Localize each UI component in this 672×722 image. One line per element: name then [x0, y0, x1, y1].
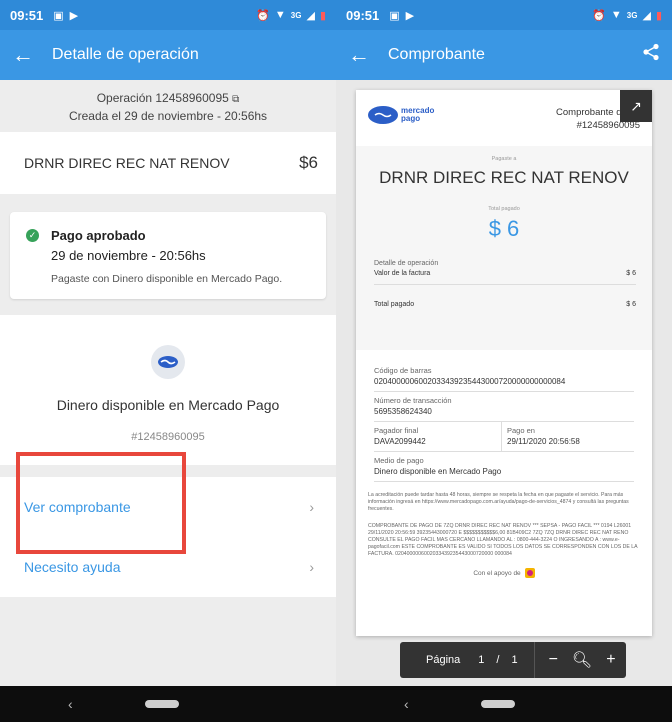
need-help-label: Necesito ayuda	[24, 559, 121, 575]
nav-home-pill[interactable]	[144, 700, 179, 708]
handshake-icon	[368, 106, 398, 124]
page-title: Detalle de operación	[52, 46, 199, 63]
mercadopago-logo: mercado pago	[368, 106, 434, 124]
receipt-page: ↗ mercado pago Comprobante de pa #124589…	[356, 90, 652, 636]
page-label: Página	[426, 654, 461, 666]
approved-title: Pago aprobado	[51, 228, 146, 243]
support-line: Con el apoyo de	[356, 568, 652, 578]
check-circle-icon: ✓	[26, 229, 39, 242]
payment-method-block: Dinero disponible en Mercado Pago #12458…	[0, 315, 336, 465]
share-icon[interactable]	[642, 43, 660, 67]
payer-value: DAVA2099442	[374, 437, 426, 446]
transaction-label: Número de transacción	[374, 396, 452, 405]
paid-to-label: Pagaste a	[491, 156, 517, 162]
page-total: 1	[511, 654, 518, 666]
approved-date: 29 de noviembre - 20:56hs	[51, 248, 206, 263]
operation-detail-section: Detalle de operación Valor de la factura…	[356, 250, 652, 350]
pagofacil-receipt-text: COMPROBANTE DE PAGO DE 7ZQ DRNR DIREC RE…	[368, 523, 638, 557]
document-viewer[interactable]: ↗ mercado pago Comprobante de pa #124589…	[336, 80, 672, 686]
back-arrow-icon[interactable]: ←	[12, 42, 42, 68]
need-help-link[interactable]: Necesito ayuda ›	[0, 537, 336, 597]
total-paid-label: Total pagado	[488, 206, 520, 212]
operation-created: Creada el 29 de noviembre - 20:56hs	[68, 109, 268, 123]
merchant-amount: $6	[299, 153, 318, 172]
transaction-value: 5695358624340	[374, 407, 432, 416]
nav-home-pill[interactable]	[480, 700, 515, 708]
system-nav-bar: ‹	[0, 686, 336, 722]
logo-word-2: pago	[401, 114, 421, 123]
alarm-icon: ⏰	[592, 9, 606, 22]
support-label: Con el apoyo de	[473, 569, 521, 577]
nav-back-icon[interactable]: ‹	[404, 696, 409, 712]
system-nav-bar: ‹	[336, 686, 672, 722]
nav-back-icon[interactable]: ‹	[68, 696, 73, 712]
invoice-label: Valor de la factura	[374, 270, 431, 277]
receipt-summary: Pagaste a DRNR DIREC REC NAT RENOV Total…	[356, 146, 652, 250]
page-title: Comprobante	[388, 46, 485, 63]
detail-heading: Detalle de operación	[374, 260, 439, 267]
receipt-screen: 09:51 ▣ ▶ ⏰ ▼ 3G ◢ ▮ ← Comprobante ↗ mer…	[336, 0, 672, 722]
alarm-icon: ⏰	[256, 9, 270, 22]
copy-icon[interactable]: ⧉	[232, 94, 239, 105]
barcode-label: Código de barras	[374, 366, 432, 375]
play-icon: ▶	[69, 9, 79, 22]
status-time: 09:51	[10, 7, 44, 23]
app-bar: ← Detalle de operación	[0, 30, 336, 80]
method-value: Dinero disponible en Mercado Pago	[374, 467, 502, 476]
total-paid-amount: $ 6	[488, 216, 520, 241]
operation-detail-screen: 09:51 ▣ ▶ ⏰ ▼ 3G ◢ ▮ ← Detalle de operac…	[0, 0, 336, 722]
status-bar: 09:51 ▣ ▶ ⏰ ▼ 3G ◢ ▮	[0, 0, 336, 30]
operation-header: Operación 12458960095 ⧉ Creada el 29 de …	[0, 80, 336, 132]
page-toolbar: Página 1 / 1 − 🔍︎ +	[400, 642, 626, 678]
status-time: 09:51	[346, 7, 380, 23]
view-receipt-link[interactable]: Ver comprobante ›	[0, 477, 336, 537]
page-separator: /	[496, 654, 500, 666]
total-row-value: $ 6	[626, 301, 636, 308]
status-bar: 09:51 ▣ ▶ ⏰ ▼ 3G ◢ ▮	[336, 0, 672, 30]
view-receipt-label: Ver comprobante	[24, 499, 131, 515]
zoom-icon[interactable]: 🔍︎	[572, 650, 592, 670]
pagofacil-logo-icon	[524, 568, 535, 578]
signal-icon: ◢	[642, 9, 651, 22]
chevron-right-icon: ›	[309, 559, 314, 575]
wifi-icon: ▼	[610, 9, 622, 21]
receipt-merchant: DRNR DIREC REC NAT RENOV	[379, 168, 629, 187]
merchant-row: DRNR DIREC REC NAT RENOV $6	[0, 132, 336, 194]
paid-on-label: Pago en	[507, 426, 535, 435]
signal-icon: ◢	[306, 9, 315, 22]
method-label: Medio de pago	[374, 456, 424, 465]
screenshot-icon: ▣	[389, 9, 400, 22]
zoom-out-icon[interactable]: −	[549, 651, 558, 669]
operation-number: Operación 12458960095	[96, 91, 229, 105]
zoom-in-icon[interactable]: +	[606, 651, 615, 669]
screenshot-icon: ▣	[53, 9, 64, 22]
payment-method-name: Dinero disponible en Mercado Pago	[56, 397, 280, 413]
paid-on-value: 29/11/2020 20:56:58	[507, 437, 580, 446]
chevron-right-icon: ›	[309, 499, 314, 515]
open-external-icon[interactable]: ↗	[620, 90, 652, 122]
barcode-value: 0204000006002033439235443000720000000000…	[374, 377, 566, 386]
page-current[interactable]: 1	[478, 654, 484, 666]
accreditation-note: La acreditación puede tardar hasta 48 ho…	[368, 492, 629, 512]
total-row-label: Total pagado	[374, 301, 415, 308]
mercadopago-logo-icon	[151, 345, 185, 379]
back-arrow-icon[interactable]: ←	[348, 42, 378, 68]
battery-icon: ▮	[319, 9, 326, 22]
wifi-icon: ▼	[274, 9, 286, 21]
battery-icon: ▮	[655, 9, 662, 22]
invoice-value: $ 6	[626, 270, 636, 277]
payer-label: Pagador final	[374, 426, 419, 435]
network-type: 3G	[290, 10, 302, 20]
merchant-name: DRNR DIREC REC NAT RENOV	[24, 155, 230, 171]
approved-description: Pagaste con Dinero disponible en Mercado…	[51, 273, 283, 285]
receipt-fields: Código de barras 02040000060020334392354…	[356, 350, 652, 482]
app-bar: ← Comprobante	[336, 30, 672, 80]
play-icon: ▶	[405, 9, 415, 22]
approved-card: ✓ Pago aprobado 29 de noviembre - 20:56h…	[10, 212, 326, 299]
payment-method-id: #12458960095	[131, 431, 205, 443]
network-type: 3G	[626, 10, 638, 20]
